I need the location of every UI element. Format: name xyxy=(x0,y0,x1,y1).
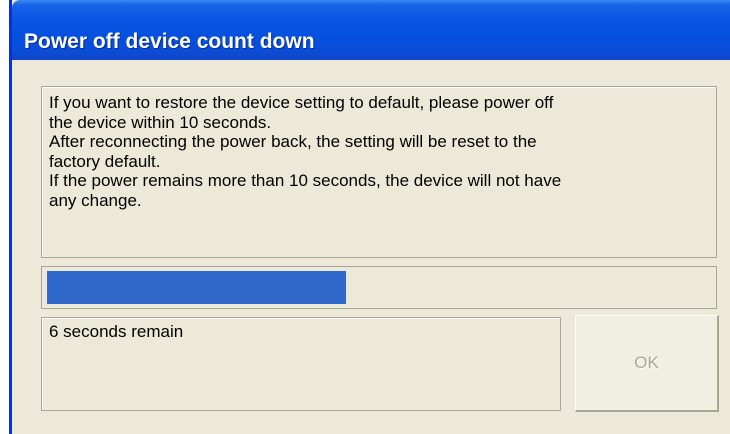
message-line: the device within 10 seconds. xyxy=(49,112,272,132)
message-line: If the power remains more than 10 second… xyxy=(49,171,562,190)
title-bar[interactable]: Power off device count down xyxy=(12,0,730,60)
message-text: If you want to restore the device settin… xyxy=(49,93,709,210)
message-line: After reconnecting the power back, the s… xyxy=(49,132,537,151)
message-line: If you want to restore the device settin… xyxy=(49,93,554,112)
status-text: 6 seconds remain xyxy=(49,322,184,341)
message-line: any change. xyxy=(49,190,142,210)
window-title: Power off device count down xyxy=(24,30,315,53)
message-line: factory default. xyxy=(49,151,161,171)
ok-button[interactable]: OK xyxy=(575,315,719,412)
countdown-progress-bar xyxy=(41,266,717,309)
status-box: 6 seconds remain xyxy=(41,317,561,411)
progress-fill xyxy=(47,271,346,304)
dialog-window: Power off device count down If you want … xyxy=(9,0,730,434)
message-box: If you want to restore the device settin… xyxy=(41,86,717,258)
